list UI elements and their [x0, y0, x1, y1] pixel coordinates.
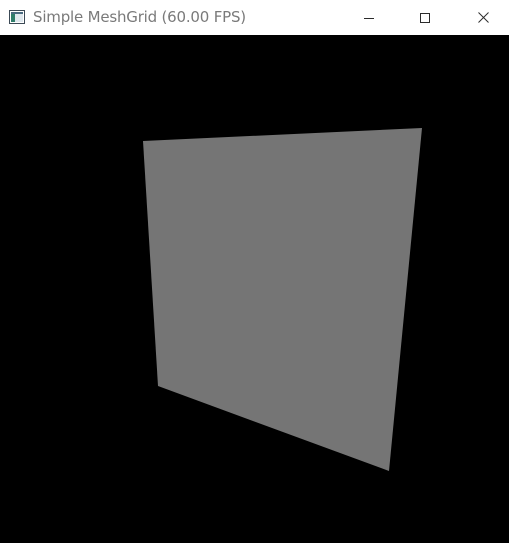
close-icon: [477, 12, 489, 23]
title-bar[interactable]: Simple MeshGrid (60.00 FPS): [0, 0, 509, 35]
maximize-button[interactable]: [402, 0, 448, 35]
minimize-button[interactable]: [346, 0, 392, 35]
render-viewport[interactable]: [0, 35, 509, 543]
close-button[interactable]: [460, 0, 506, 35]
app-window-icon: [9, 10, 25, 24]
minimize-icon: [364, 13, 374, 23]
window-title: Simple MeshGrid (60.00 FPS): [33, 8, 246, 26]
app-window: Simple MeshGrid (60.00 FPS): [0, 0, 509, 543]
maximize-icon: [420, 12, 430, 23]
